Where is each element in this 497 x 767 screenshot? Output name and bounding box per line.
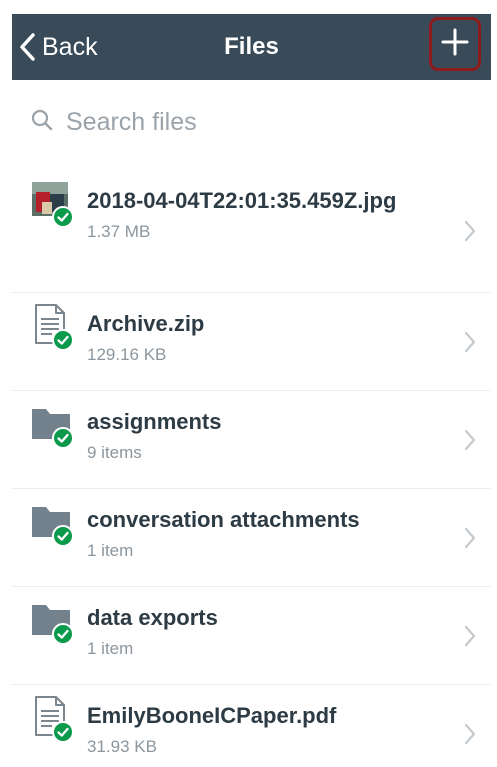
chevron-right-icon bbox=[463, 428, 477, 457]
file-detail: 31.93 KB bbox=[87, 737, 157, 756]
chevron-right-icon bbox=[463, 219, 477, 248]
files-screen: Back Files 2018-04-04T22:01:35.459Z.jpg 1… bbox=[0, 0, 497, 767]
chevron-left-icon bbox=[18, 32, 36, 62]
file-row[interactable]: assignments 9 items bbox=[12, 391, 491, 489]
chevron-right-icon bbox=[463, 526, 477, 555]
file-detail: 1 item bbox=[87, 639, 134, 658]
file-info: data exports 1 item bbox=[87, 603, 447, 659]
file-row[interactable]: data exports 1 item bbox=[12, 587, 491, 685]
back-label: Back bbox=[42, 32, 98, 61]
back-button[interactable]: Back bbox=[18, 14, 98, 80]
synced-check-icon bbox=[52, 329, 74, 351]
file-row[interactable]: conversation attachments 1 item bbox=[12, 489, 491, 587]
image-thumbnail-icon bbox=[30, 180, 74, 228]
file-info: assignments 9 items bbox=[87, 407, 447, 463]
file-info: Archive.zip 129.16 KB bbox=[87, 309, 447, 365]
file-name: data exports bbox=[87, 605, 218, 630]
search-bar[interactable] bbox=[30, 100, 470, 144]
folder-icon bbox=[30, 499, 74, 547]
file-info: conversation attachments 1 item bbox=[87, 505, 447, 561]
frame-edge bbox=[0, 0, 12, 767]
synced-check-icon bbox=[52, 206, 74, 228]
folder-icon bbox=[30, 401, 74, 449]
document-icon bbox=[30, 695, 74, 743]
file-name: conversation attachments bbox=[87, 507, 360, 532]
file-row[interactable]: 2018-04-04T22:01:35.459Z.jpg 1.37 MB bbox=[12, 170, 491, 293]
document-icon bbox=[30, 303, 74, 351]
file-row[interactable]: EmilyBooneICPaper.pdf 31.93 KB bbox=[12, 685, 491, 767]
file-info: EmilyBooneICPaper.pdf 31.93 KB bbox=[87, 701, 447, 757]
synced-check-icon bbox=[52, 427, 74, 449]
chevron-right-icon bbox=[463, 722, 477, 751]
file-name: 2018-04-04T22:01:35.459Z.jpg bbox=[87, 188, 397, 213]
file-name: Archive.zip bbox=[87, 311, 205, 336]
folder-icon bbox=[30, 597, 74, 645]
file-row[interactable]: Archive.zip 129.16 KB bbox=[12, 293, 491, 391]
add-file-button[interactable] bbox=[429, 17, 481, 71]
synced-check-icon bbox=[52, 721, 74, 743]
file-detail: 129.16 KB bbox=[87, 345, 167, 364]
synced-check-icon bbox=[52, 525, 74, 547]
file-name: assignments bbox=[87, 409, 222, 434]
search-input[interactable] bbox=[66, 107, 446, 137]
file-detail: 1.37 MB bbox=[87, 222, 151, 241]
synced-check-icon bbox=[52, 623, 74, 645]
chevron-right-icon bbox=[463, 624, 477, 653]
frame-edge bbox=[491, 0, 497, 767]
chevron-right-icon bbox=[463, 330, 477, 359]
file-detail: 1 item bbox=[87, 541, 134, 560]
file-info: 2018-04-04T22:01:35.459Z.jpg 1.37 MB bbox=[87, 186, 447, 242]
file-detail: 9 items bbox=[87, 443, 142, 462]
search-icon bbox=[30, 108, 54, 137]
file-list: 2018-04-04T22:01:35.459Z.jpg 1.37 MB Archi… bbox=[12, 170, 491, 767]
navigation-bar: Back Files bbox=[12, 14, 491, 80]
file-name: EmilyBooneICPaper.pdf bbox=[87, 703, 337, 728]
plus-icon bbox=[441, 28, 469, 61]
